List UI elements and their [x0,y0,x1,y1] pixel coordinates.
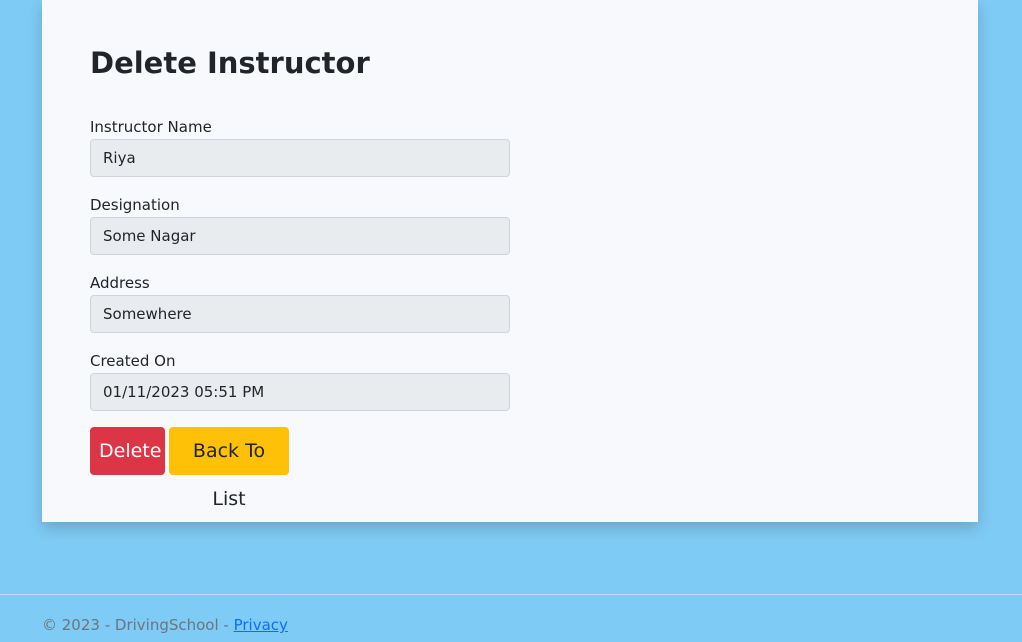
delete-instructor-card: Delete Instructor Instructor Name Design… [42,0,978,522]
instructor-name-label: Instructor Name [90,118,212,136]
address-field[interactable] [90,295,510,333]
designation-label: Designation [90,196,180,214]
address-label: Address [90,274,150,292]
back-to-list-button[interactable]: Back To List [169,427,289,510]
instructor-name-field[interactable] [90,139,510,177]
footer-text: © 2023 - DrivingSchool - Privacy [42,616,288,634]
designation-field[interactable] [90,217,510,255]
privacy-link[interactable]: Privacy [234,616,288,634]
delete-button[interactable]: Delete [90,427,165,475]
created-on-field[interactable] [90,373,510,411]
footer: © 2023 - DrivingSchool - Privacy [0,594,1022,642]
page-title: Delete Instructor [90,46,370,80]
copyright-text: © 2023 - DrivingSchool - [42,616,234,634]
created-on-label: Created On [90,352,176,370]
